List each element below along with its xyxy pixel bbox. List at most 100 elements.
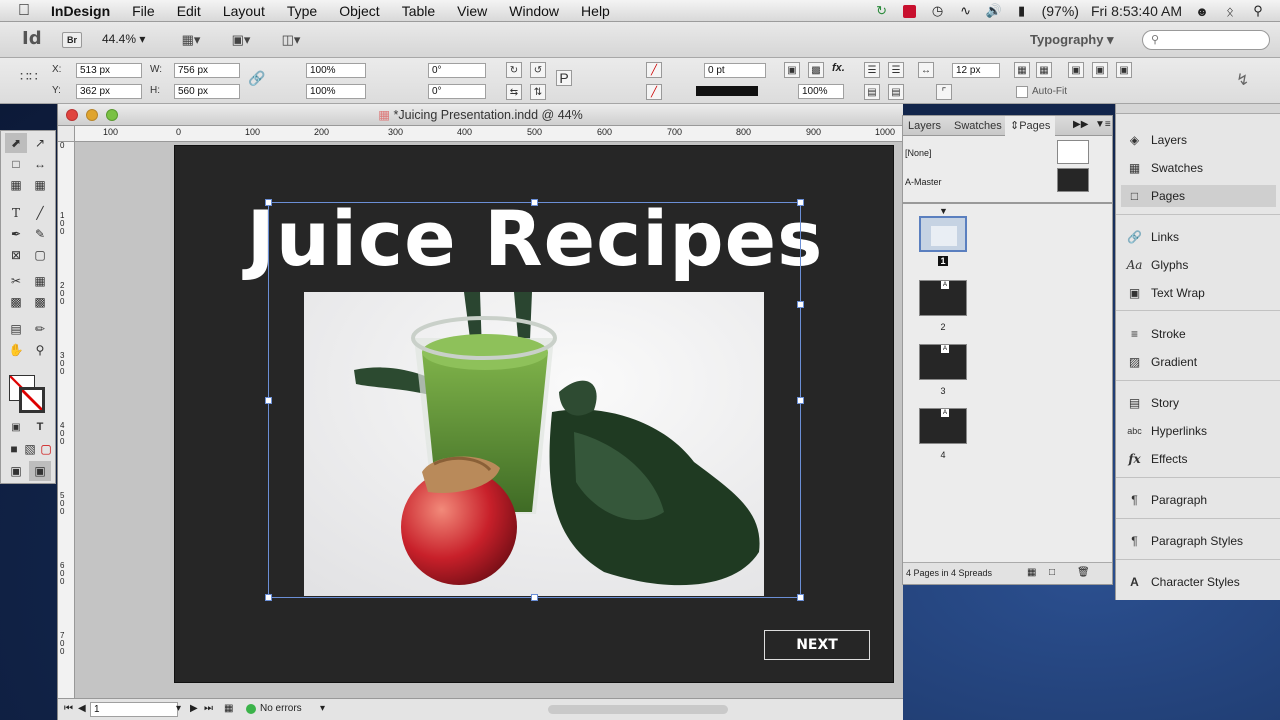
constrain-proportions-icon[interactable]: 🔗	[248, 70, 265, 87]
menu-file[interactable]: File	[121, 3, 166, 19]
dock-item-paragraph[interactable]: ¶ Paragraph	[1126, 489, 1276, 511]
type-tool-icon[interactable]: T	[5, 203, 27, 223]
gradient-swatch-tool-icon[interactable]: ▩	[5, 292, 27, 312]
next-button[interactable]: NEXT	[764, 630, 870, 660]
height-field[interactable]: 560 px	[174, 84, 240, 99]
master-a[interactable]: A-Master	[905, 177, 942, 187]
dock-item-layers[interactable]: ◈ Layers	[1126, 129, 1276, 151]
apply-none-icon[interactable]: ▢	[35, 439, 57, 459]
gap-tool-icon[interactable]: ↔	[29, 154, 51, 174]
tab-layers[interactable]: Layers	[903, 116, 946, 136]
fit-content-icon[interactable]: ▦	[1014, 62, 1030, 78]
delete-page-icon[interactable]: 🗑	[1077, 567, 1090, 578]
selection-tool-icon[interactable]: ⬈	[5, 133, 27, 153]
page-thumbnail[interactable]	[919, 216, 967, 252]
page-tool-icon[interactable]: □	[5, 154, 27, 174]
panel-divider[interactable]	[903, 202, 1112, 204]
master-none[interactable]: [None]	[905, 148, 932, 158]
dock-item-swatches[interactable]: ▦ Swatches	[1126, 157, 1276, 179]
text-frame-options-icon[interactable]: ▤	[888, 84, 904, 100]
master-a-thumbnail[interactable]	[1057, 168, 1089, 192]
resize-handle-nw[interactable]	[265, 199, 272, 206]
rotate-cw-icon[interactable]: ↻	[506, 62, 522, 78]
screen-mode-icon[interactable]: ▣▾	[228, 30, 254, 50]
minimize-window-button[interactable]	[86, 109, 98, 121]
align-center-icon[interactable]: ☰	[888, 62, 904, 78]
horizontal-ruler[interactable]: 100 0 100 200 300 400 500 600 700 800 90…	[75, 126, 903, 142]
menu-help[interactable]: Help	[570, 3, 621, 19]
preview-mode-icon[interactable]: ▣	[29, 461, 51, 481]
tab-swatches[interactable]: Swatches	[949, 116, 1007, 136]
dock-item-gradient[interactable]: ▨ Gradient	[1126, 351, 1276, 373]
content-aware-fit-icon[interactable]: ▣	[1116, 62, 1132, 78]
stroke-swatch[interactable]: ╱	[646, 84, 662, 100]
reference-point-icon[interactable]: ∷∷	[20, 68, 38, 85]
page-thumbnail[interactable]: A	[919, 344, 967, 380]
rectangle-frame-tool-icon[interactable]: ⊠	[5, 245, 27, 265]
dock-item-character-styles[interactable]: A Character Styles	[1126, 571, 1276, 593]
effects-icon[interactable]: ▩	[808, 62, 824, 78]
new-page-icon[interactable]: □	[1049, 567, 1055, 578]
auto-fit-checkbox[interactable]	[1016, 86, 1028, 98]
fx-icon[interactable]: fx.	[832, 62, 845, 74]
horizontal-scrollbar[interactable]	[548, 705, 728, 714]
user-icon[interactable]: ☻	[1194, 3, 1210, 19]
dock-item-text-wrap[interactable]: ▣ Text Wrap	[1126, 282, 1276, 304]
scissors-tool-icon[interactable]: ✂	[5, 271, 27, 291]
bridge-button[interactable]: Br	[62, 32, 82, 48]
dock-item-links[interactable]: 🔗 Links	[1126, 226, 1276, 248]
dock-item-effects[interactable]: fx Effects	[1126, 448, 1276, 470]
master-none-thumbnail[interactable]	[1057, 140, 1089, 164]
time-machine-icon[interactable]: ◷	[930, 3, 946, 19]
corner-options-icon[interactable]: ⌜	[936, 84, 952, 100]
last-page-icon[interactable]: ⏭	[204, 703, 213, 714]
line-tool-icon[interactable]: ╱	[29, 203, 51, 223]
zoom-tool-icon[interactable]: ⚲	[29, 340, 51, 360]
pasteboard[interactable]: Juice Recipes NEXT	[75, 142, 903, 698]
pencil-tool-icon[interactable]: ✎	[29, 224, 51, 244]
spotlight-icon[interactable]: ⚲	[1250, 3, 1266, 19]
content-collector-icon[interactable]: ▦	[5, 175, 27, 195]
vertical-ruler[interactable]: 0 1 0 0 2 0 0 3 0 0 4 0 0 5 0 0 6 0 0 7 …	[58, 142, 75, 698]
dock-item-hyperlinks[interactable]: abc Hyperlinks	[1126, 420, 1276, 442]
dock-header[interactable]	[1116, 104, 1280, 114]
resize-handle-se[interactable]	[797, 594, 804, 601]
stroke-type-select[interactable]	[696, 86, 758, 96]
drop-shadow-icon[interactable]: ▣	[784, 62, 800, 78]
hand-tool-icon[interactable]: ✋	[5, 340, 27, 360]
resize-handle-w[interactable]	[265, 397, 272, 404]
resize-handle-ne[interactable]	[797, 199, 804, 206]
resize-handle-inner[interactable]	[797, 301, 804, 308]
ruler-origin[interactable]	[58, 126, 75, 142]
dock-item-pages[interactable]: □ Pages	[1121, 185, 1276, 207]
center-content-icon[interactable]: ▣	[1092, 62, 1108, 78]
menu-window[interactable]: Window	[498, 3, 570, 19]
tab-pages[interactable]: ⇕Pages	[1005, 116, 1056, 136]
gutter-field[interactable]: 12 px	[952, 63, 1000, 78]
close-window-button[interactable]	[66, 109, 78, 121]
battery-icon[interactable]: ▮	[1014, 3, 1030, 19]
content-placer-icon[interactable]: ▦	[29, 175, 51, 195]
panel-collapse-icon[interactable]: ▶▶	[1073, 119, 1088, 130]
menu-type[interactable]: Type	[276, 3, 328, 19]
direct-selection-tool-icon[interactable]: ↗	[29, 133, 51, 153]
normal-view-icon[interactable]: ▣	[5, 461, 27, 481]
bluetooth-icon[interactable]: ᛟ	[1222, 3, 1238, 19]
text-wrap-icon[interactable]: ▤	[864, 84, 880, 100]
fill-swatch[interactable]: ╱	[646, 62, 662, 78]
menu-view[interactable]: View	[446, 3, 498, 19]
resize-handle-s[interactable]	[531, 594, 538, 601]
resize-handle-e[interactable]	[797, 397, 804, 404]
preflight-menu-icon[interactable]: ▾	[320, 703, 325, 714]
dock-item-stroke[interactable]: ≡ Stroke	[1126, 323, 1276, 345]
page-number-field[interactable]: 1	[90, 702, 178, 717]
scale-x-field[interactable]: 100%	[306, 63, 366, 78]
scale-y-field[interactable]: 100%	[306, 84, 366, 99]
menu-edit[interactable]: Edit	[166, 3, 212, 19]
resize-handle-sw[interactable]	[265, 594, 272, 601]
sync-icon[interactable]: ↻	[874, 3, 890, 19]
resize-handle-n[interactable]	[531, 199, 538, 206]
dock-item-glyphs[interactable]: Aa Glyphs	[1126, 254, 1276, 276]
workspace-switcher[interactable]: Typography ▾	[1030, 32, 1114, 48]
x-field[interactable]: 513 px	[76, 63, 142, 78]
